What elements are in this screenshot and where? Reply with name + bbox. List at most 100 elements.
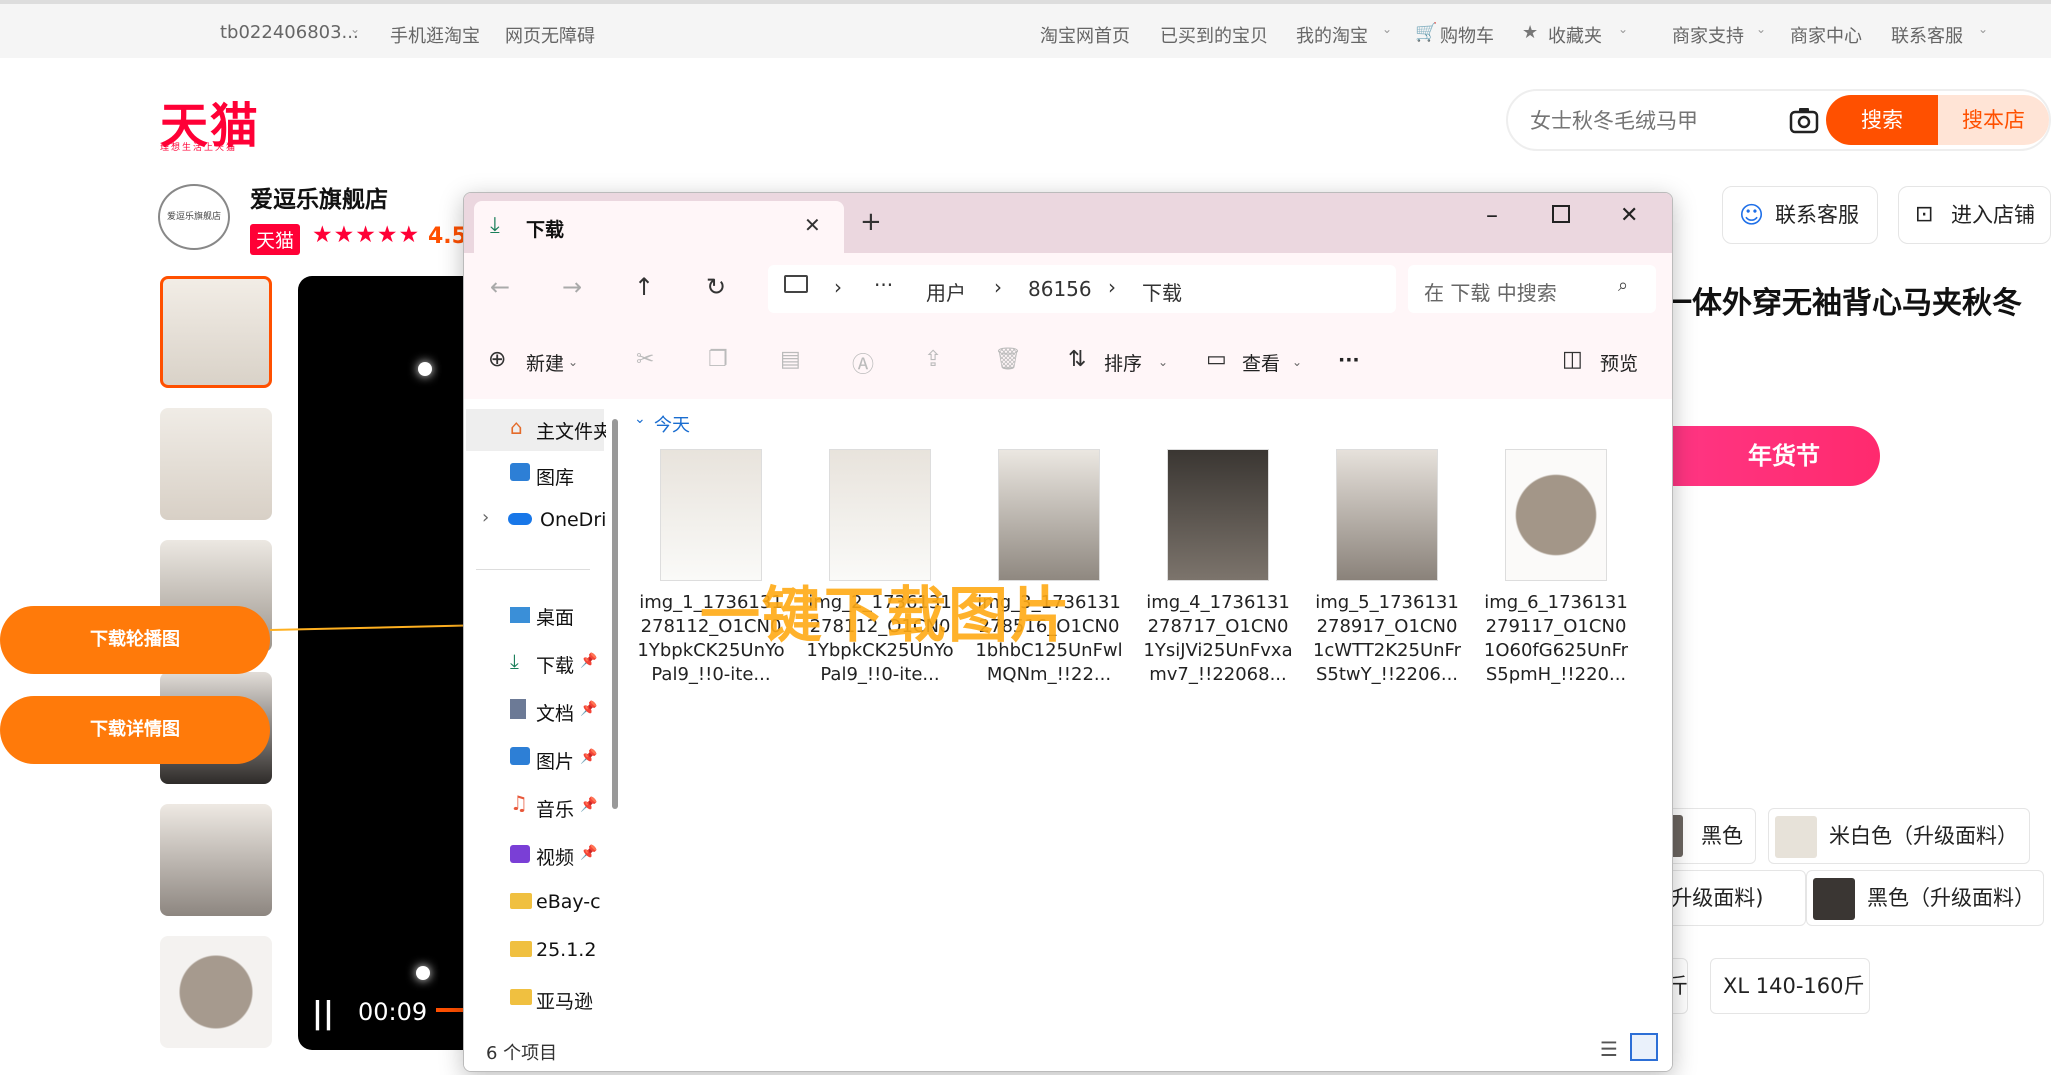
nav-item-home[interactable]: 主文件夹 [536, 417, 606, 444]
details-view-icon[interactable]: ☰ [1600, 1037, 1618, 1061]
chevron-down-icon[interactable]: ⌄ [350, 22, 360, 36]
merchant-support-link[interactable]: 商家支持 [1672, 22, 1744, 48]
shop-logo[interactable]: 爱逗乐旗舰店 [158, 184, 230, 250]
breadcrumb-item-downloads[interactable]: 下载 [1142, 277, 1182, 306]
explorer-search[interactable]: 在 下载 中搜索 ⌕ [1408, 265, 1656, 313]
product-thumbnail[interactable] [160, 804, 272, 916]
nav-item-music[interactable]: 音乐 [536, 795, 576, 822]
nav-item-pictures[interactable]: 图片 [536, 747, 576, 774]
product-thumbnail[interactable] [160, 936, 272, 1048]
pause-icon[interactable]: || [312, 996, 334, 1031]
product-video[interactable]: || 00:09 [298, 276, 478, 1050]
breadcrumb-more[interactable]: ··· [874, 273, 893, 297]
sort-button[interactable]: 排序 [1104, 349, 1142, 376]
favorites-link[interactable]: 收藏夹 [1548, 22, 1602, 48]
overlay-caption: 一键下载图片 [700, 581, 1072, 651]
chevron-down-icon[interactable]: ⌄ [1756, 22, 1766, 36]
copy-icon[interactable]: ❐ [708, 347, 728, 372]
nav-item-folder[interactable]: eBay-c [536, 891, 606, 913]
new-tab-button[interactable]: + [860, 207, 882, 237]
preview-pane-icon[interactable]: ◫ [1562, 347, 1583, 372]
cut-icon[interactable]: ✂ [636, 347, 654, 372]
search-button[interactable]: 搜索 [1826, 95, 1938, 145]
search-input[interactable] [1528, 105, 1772, 137]
chevron-down-icon[interactable]: ⌄ [1382, 22, 1392, 36]
refresh-icon[interactable]: ↻ [706, 273, 726, 301]
sku-option[interactable]: 黑色（升级面料） [1806, 870, 2044, 926]
rename-icon[interactable]: Ⓐ [852, 347, 874, 379]
view-button[interactable]: 查看 [1242, 349, 1280, 376]
contact-service-link[interactable]: 联系客服 [1891, 22, 1963, 48]
nav-item-downloads[interactable]: 下载 [536, 651, 576, 678]
contact-service-button[interactable]: ☺ 联系客服 [1722, 186, 1878, 244]
forward-icon[interactable]: → [562, 273, 582, 301]
collapse-chevron-icon[interactable]: ⌄ [634, 411, 646, 427]
nav-item-folder[interactable]: 25.1.2 [536, 939, 606, 961]
chevron-down-icon[interactable]: ⌄ [568, 355, 578, 369]
nav-item-onedrive[interactable]: OneDrive [540, 509, 606, 531]
chevron-down-icon[interactable]: ⌄ [1978, 22, 1988, 36]
breadcrumb[interactable]: › ··· 用户 › 86156 › 下载 [768, 265, 1396, 313]
back-icon[interactable]: ← [490, 273, 510, 301]
sku-option[interactable]: 米白色（升级面料） [1768, 808, 2030, 864]
folder-icon [510, 989, 532, 1005]
tiles-view-icon[interactable] [1630, 1033, 1658, 1061]
file-item[interactable]: img_5_1736131278917_O1CN01cWTT2K25UnFrS5… [1312, 449, 1462, 687]
my-taobao-link[interactable]: 我的淘宝 [1296, 22, 1368, 48]
nav-item-desktop[interactable]: 桌面 [536, 603, 596, 630]
bought-items-link[interactable]: 已买到的宝贝 [1160, 22, 1268, 48]
accessibility-link[interactable]: 网页无障碍 [505, 22, 595, 48]
plus-circle-icon[interactable]: ⊕ [488, 347, 506, 372]
camera-icon[interactable] [1788, 104, 1820, 136]
new-button[interactable]: 新建 [526, 349, 564, 376]
search-icon[interactable]: ⌕ [1618, 275, 1628, 296]
search-shop-button[interactable]: 搜本店 [1938, 95, 2049, 145]
merchant-center-link[interactable]: 商家中心 [1790, 22, 1862, 48]
chevron-right-icon: › [834, 275, 842, 299]
breadcrumb-item-users[interactable]: 用户 [926, 277, 966, 306]
tab-downloads[interactable]: ⤓ 下载 ✕ [474, 201, 844, 253]
star-icon[interactable]: ★ [1522, 22, 1538, 43]
chevron-down-icon[interactable]: ⌄ [1618, 22, 1628, 36]
shop-name[interactable]: 爱逗乐旗舰店 [250, 180, 388, 214]
username-link[interactable]: tb022406803... [220, 22, 359, 43]
cart-icon[interactable]: 🛒 [1415, 22, 1437, 43]
minimize-icon[interactable]: – [1486, 201, 1498, 229]
up-icon[interactable]: ↑ [634, 273, 654, 301]
chevron-down-icon[interactable]: ⌄ [1158, 355, 1168, 369]
preview-button[interactable]: 预览 [1600, 349, 1638, 376]
headset-icon: ☺ [1739, 201, 1765, 229]
download-carousel-button[interactable]: 下载轮播图 [0, 606, 270, 674]
product-thumbnail[interactable] [160, 408, 272, 520]
product-thumbnail[interactable] [160, 276, 272, 388]
nav-item-folder[interactable]: 亚马逊 [536, 987, 606, 1014]
top-navigation-bar: tb022406803... ⌄ 手机逛淘宝 网页无障碍 淘宝网首页 已买到的宝… [0, 0, 2051, 58]
sort-icon[interactable]: ⇅ [1068, 347, 1086, 372]
file-item[interactable]: img_4_1736131278717_O1CN01YsiJVi25UnFvxa… [1143, 449, 1293, 687]
close-tab-icon[interactable]: ✕ [804, 213, 821, 237]
expand-chevron-icon[interactable]: › [482, 507, 489, 528]
maximize-icon[interactable] [1552, 205, 1570, 223]
cart-link[interactable]: 购物车 [1440, 22, 1494, 48]
nav-item-videos[interactable]: 视频 [536, 843, 576, 870]
download-detail-button[interactable]: 下载详情图 [0, 696, 270, 764]
breadcrumb-item-user[interactable]: 86156 [1028, 277, 1092, 301]
close-window-icon[interactable]: ✕ [1620, 203, 1638, 228]
enter-shop-button[interactable]: ⊡ 进入店铺 [1898, 186, 2051, 244]
delete-icon[interactable]: 🗑 [994, 347, 1022, 372]
chevron-down-icon[interactable]: ⌄ [1292, 355, 1302, 369]
paste-icon[interactable]: ▤ [780, 347, 801, 372]
file-thumbnail [829, 449, 931, 581]
nav-scrollbar[interactable] [612, 419, 618, 809]
sku-option[interactable]: XL 140-160斤 [1710, 958, 1870, 1014]
more-options-button[interactable]: ··· [1338, 349, 1360, 371]
pin-icon: 📌 [580, 749, 598, 765]
nav-item-documents[interactable]: 文档 [536, 699, 576, 726]
file-item[interactable]: img_6_1736131279117_O1CN01O60fG625UnFrS5… [1481, 449, 1631, 687]
group-header-today[interactable]: 今天 [654, 411, 690, 437]
mobile-taobao-link[interactable]: 手机逛淘宝 [390, 22, 480, 48]
file-thumbnail [998, 449, 1100, 581]
view-icon[interactable]: ▭ [1206, 347, 1227, 372]
taobao-home-link[interactable]: 淘宝网首页 [1040, 22, 1130, 48]
share-icon[interactable]: ⇪ [924, 347, 942, 372]
